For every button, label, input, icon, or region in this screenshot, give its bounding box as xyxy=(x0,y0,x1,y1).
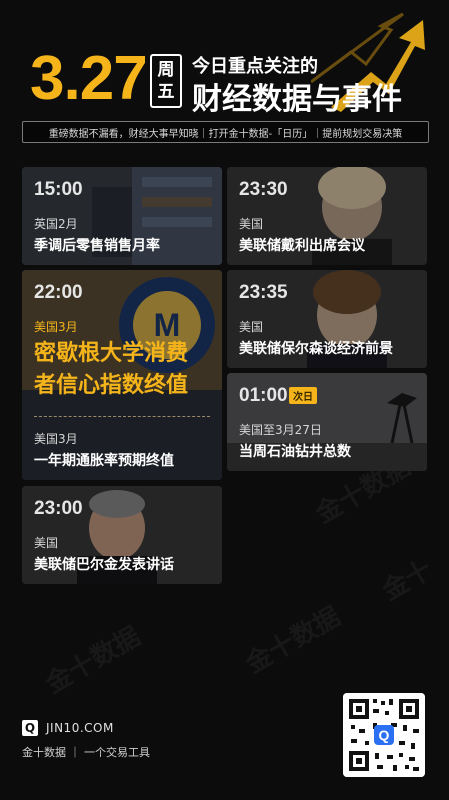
event-title-2: 一年期通胀率预期终值 xyxy=(34,453,174,469)
event-country: 英国2月 xyxy=(34,217,78,231)
header: 3.27 周 五 今日重点关注的 财经数据与事件 xyxy=(0,0,449,120)
event-title: 当周石油钻井总数 xyxy=(239,444,351,460)
event-card-2200[interactable]: M 22:00 美国3月 密歇根大学消费 者信心指数终值 美国3月 一年期通胀率… xyxy=(22,270,222,480)
weekday-line2: 五 xyxy=(157,82,175,102)
svg-text:Q: Q xyxy=(379,727,390,743)
event-card-2330[interactable]: 23:30 美国 美联储戴利出席会议 xyxy=(227,167,427,265)
event-time: 23:30 xyxy=(239,179,288,200)
event-time: 01:00 xyxy=(239,385,288,406)
event-country: 美国 xyxy=(239,320,264,334)
watermark: 金十 xyxy=(377,554,438,607)
event-country: 美国 xyxy=(34,536,59,550)
event-card-0100[interactable]: 01:00 次日 美国至3月27日 当周石油钻井总数 xyxy=(227,373,427,471)
event-time: 22:00 xyxy=(34,282,83,303)
event-card-2300[interactable]: 23:00 美国 美联储巴尔金发表讲话 xyxy=(22,486,222,584)
watermark: 金十数据 xyxy=(240,601,346,680)
footer-logo[interactable]: Q JIN10.COM xyxy=(22,720,114,736)
date: 3.27 xyxy=(30,44,148,113)
next-day-badge: 次日 xyxy=(289,387,317,404)
event-title: 季调后零售销售月率 xyxy=(34,238,160,254)
event-title: 美联储保尔森谈经济前景 xyxy=(239,341,393,357)
event-country: 美国3月 xyxy=(34,320,78,334)
event-time: 23:00 xyxy=(34,498,83,519)
event-card-1500[interactable]: 15:00 英国2月 季调后零售销售月率 xyxy=(22,167,222,265)
event-time: 15:00 xyxy=(34,179,83,200)
event-country: 美国 xyxy=(239,217,264,231)
weekday-badge: 周 五 xyxy=(150,54,182,108)
event-title-line1: 密歇根大学消费 xyxy=(34,341,189,366)
subtitle-bar: 重磅数据不漏看，财经大事早知晓｜打开金十数据-「日历」｜提前规划交易决策 xyxy=(22,121,429,143)
event-country: 美国至3月27日 xyxy=(239,423,322,437)
logo-q-icon: Q xyxy=(22,720,38,736)
event-title: 美联储戴利出席会议 xyxy=(239,238,365,254)
event-time: 23:35 xyxy=(239,282,288,303)
event-title: 美联储巴尔金发表讲话 xyxy=(34,557,174,573)
page-title: 财经数据与事件 xyxy=(192,82,402,117)
event-title-line2: 者信心指数终值 xyxy=(34,373,189,398)
footer-domain: JIN10.COM xyxy=(46,721,114,735)
footer-slogan: 金十数据 ｜ 一个交易工具 xyxy=(22,746,150,759)
divider xyxy=(34,416,210,417)
event-card-2335[interactable]: 23:35 美国 美联储保尔森谈经济前景 xyxy=(227,270,427,368)
watermark: 金十数据 xyxy=(40,621,146,700)
event-country-2: 美国3月 xyxy=(34,432,78,446)
qr-code[interactable]: Q xyxy=(343,693,425,777)
weekday-line1: 周 xyxy=(157,60,175,80)
